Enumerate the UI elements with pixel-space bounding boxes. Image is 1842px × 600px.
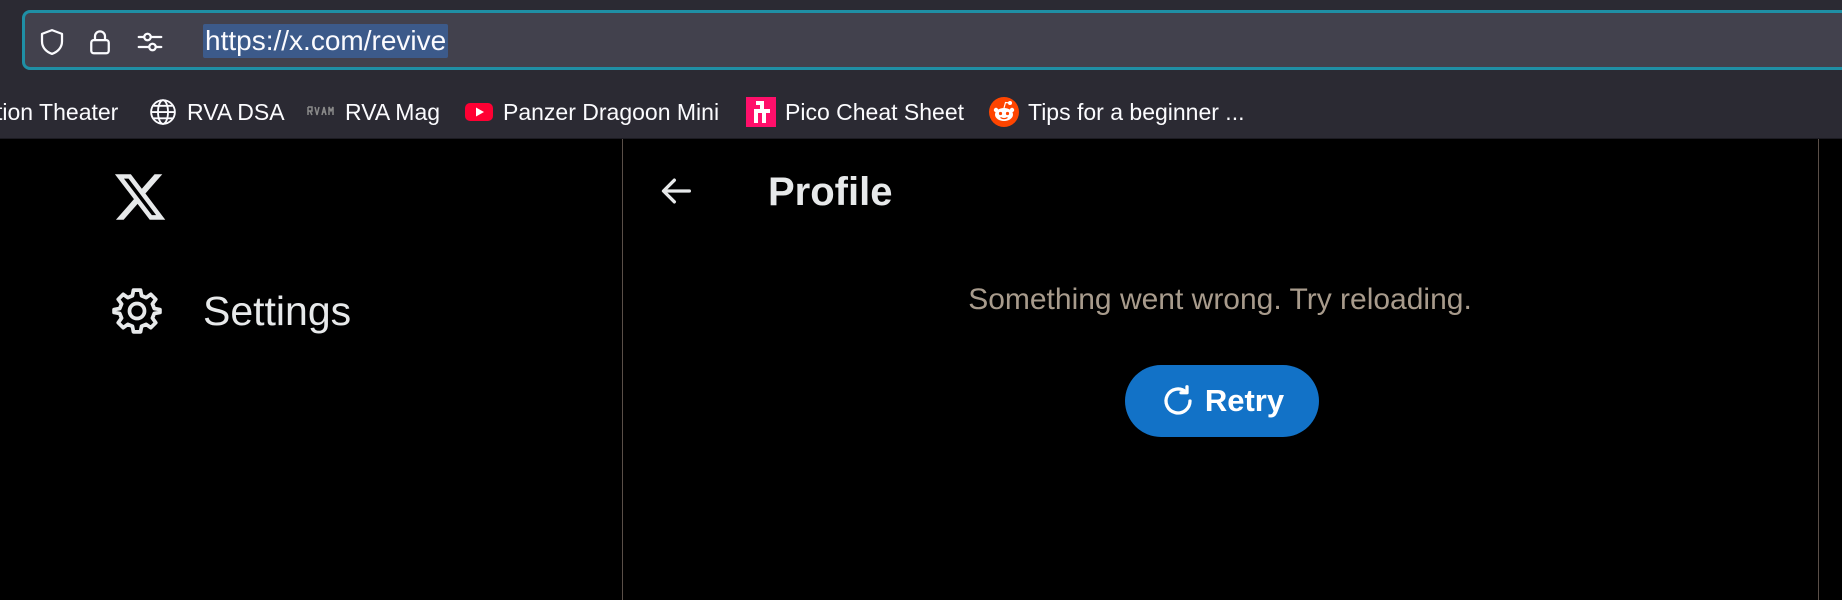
- column-divider: [622, 139, 623, 600]
- x-logo[interactable]: [112, 169, 168, 225]
- sidebar-item-settings[interactable]: Settings: [112, 281, 351, 341]
- x-page: Settings Profile Something went wrong. T…: [0, 139, 1842, 600]
- url-text[interactable]: https://x.com/revive: [203, 24, 449, 58]
- bookmark-label: Pico Cheat Sheet: [785, 98, 965, 125]
- bookmark-item[interactable]: Panzer Dragoon Mini: [464, 86, 719, 138]
- shield-icon[interactable]: [37, 27, 67, 57]
- arrow-left-icon: [661, 178, 691, 204]
- browser-window: https://x.com/revive tion Theater RVA DS…: [0, 0, 1842, 600]
- rva-mag-favicon: [307, 106, 334, 116]
- gear-icon: [112, 288, 162, 334]
- youtube-icon: [465, 103, 493, 121]
- bookmarks-bar: tion Theater RVA DSA RVA Mag Panzer Drag…: [0, 86, 1842, 139]
- bookmark-label: Tips for a beginner ...: [1028, 98, 1245, 125]
- browser-toolbar: https://x.com/revive: [0, 0, 1842, 86]
- page-title: Profile: [768, 170, 893, 214]
- bookmark-label: Panzer Dragoon Mini: [503, 98, 720, 125]
- bookmark-label: RVA Mag: [345, 98, 441, 125]
- column-divider: [1818, 139, 1819, 600]
- globe-icon: [150, 99, 176, 125]
- retry-label: Retry: [1204, 383, 1285, 418]
- refresh-icon: [1164, 385, 1192, 415]
- back-button[interactable]: [656, 171, 696, 211]
- bookmark-label: tion Theater: [0, 98, 119, 125]
- bookmark-item[interactable]: RVA DSA: [148, 86, 285, 138]
- pico-favicon: [746, 97, 776, 127]
- bookmark-item[interactable]: Pico Cheat Sheet: [746, 86, 964, 138]
- error-message: Something went wrong. Try reloading.: [968, 283, 1472, 316]
- reddit-icon: [989, 97, 1019, 127]
- bookmark-item[interactable]: tion Theater: [0, 86, 118, 138]
- sidebar-item-label: Settings: [203, 287, 352, 334]
- retry-button[interactable]: Retry: [1125, 365, 1319, 437]
- bookmark-item[interactable]: RVA Mag: [306, 86, 440, 138]
- bookmark-label: RVA DSA: [187, 98, 285, 125]
- lock-icon[interactable]: [85, 27, 115, 57]
- address-bar[interactable]: https://x.com/revive: [22, 10, 1842, 70]
- bookmark-item[interactable]: Tips for a beginner ...: [989, 86, 1244, 138]
- sliders-icon[interactable]: [135, 27, 165, 57]
